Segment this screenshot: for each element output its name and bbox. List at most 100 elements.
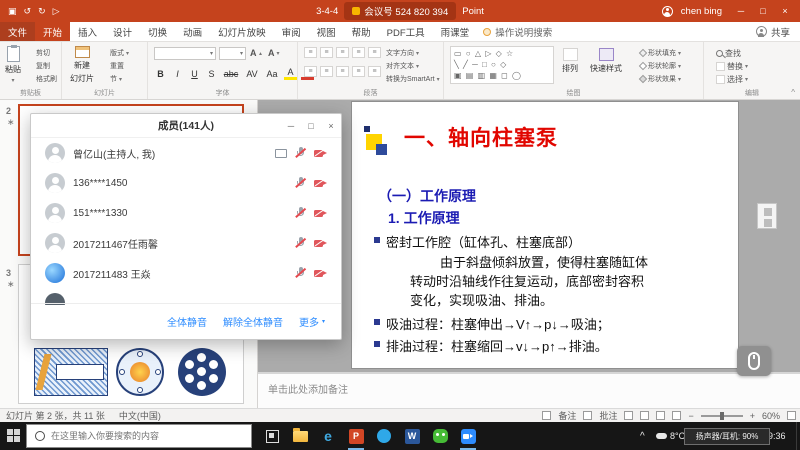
layout-button[interactable]: 版式▾ [110, 48, 129, 58]
member-row[interactable]: 151****1330 [31, 198, 341, 228]
file-explorer-button[interactable] [286, 422, 314, 450]
camera-off-icon[interactable] [314, 178, 327, 188]
member-row[interactable]: 曾亿山(主持人, 我) [31, 138, 341, 168]
shape-fill-button[interactable]: 形状填充▾ [640, 48, 681, 58]
minimize-button[interactable]: ─ [730, 0, 752, 22]
numbering-button[interactable]: ≡ [320, 47, 333, 58]
slideshow-view-button[interactable] [672, 411, 681, 420]
fit-to-window-button[interactable] [787, 411, 796, 420]
align-center-button[interactable]: ≡ [320, 66, 333, 77]
member-row[interactable]: 2017211467任雨馨 [31, 228, 341, 258]
notes-toggle[interactable]: 备注 [558, 409, 576, 422]
zoom-in-button[interactable]: + [750, 411, 755, 421]
tab-home[interactable]: 开始 [35, 22, 70, 41]
font-name-select[interactable]: ▾ [154, 47, 216, 60]
dialog-close-button[interactable]: × [321, 114, 341, 138]
camera-off-icon[interactable] [314, 208, 327, 218]
taskbar-search-box[interactable] [26, 424, 252, 448]
maximize-button[interactable]: □ [752, 0, 774, 22]
tab-help[interactable]: 帮助 [344, 22, 379, 41]
share-button[interactable]: 共享 [756, 22, 800, 41]
show-desktop-button[interactable] [796, 422, 800, 450]
start-button[interactable] [7, 429, 21, 443]
mic-muted-icon[interactable] [295, 147, 306, 159]
camera-off-icon[interactable] [314, 148, 327, 158]
tray-expand-button[interactable]: ^ [640, 431, 645, 442]
zoom-slider-knob[interactable] [720, 412, 724, 420]
camera-off-icon[interactable] [314, 238, 327, 248]
align-left-button[interactable]: ≡ [304, 66, 317, 77]
align-text-button[interactable]: 对齐文本▾ [386, 61, 419, 71]
camera-off-icon[interactable] [314, 268, 327, 278]
tab-transitions[interactable]: 切换 [140, 22, 175, 41]
paste-button[interactable]: 粘贴 ▾ [5, 46, 21, 84]
unmute-all-button[interactable]: 解除全体静音 [223, 314, 283, 329]
shrink-font-button[interactable]: A▾ [268, 48, 280, 58]
meeting-app-button[interactable] [454, 422, 482, 450]
tab-animations[interactable]: 动画 [175, 22, 210, 41]
line-spacing-button[interactable]: ≡ [368, 47, 381, 58]
member-row[interactable]: 2017211483 王焱 [31, 258, 341, 288]
account-name[interactable]: chen bing [681, 6, 722, 17]
change-case-button[interactable]: Aa [264, 69, 280, 79]
columns-button[interactable]: ≡ [368, 66, 381, 77]
task-view-button[interactable] [258, 422, 286, 450]
select-button[interactable]: 选择▾ [716, 74, 748, 85]
mute-all-button[interactable]: 全体静音 [167, 314, 207, 329]
tab-slideshow[interactable]: 幻灯片放映 [210, 22, 274, 41]
convert-smartart-button[interactable]: 转换为SmartArt▾ [386, 74, 440, 84]
word-button[interactable]: W [398, 422, 426, 450]
mic-muted-icon[interactable] [295, 177, 306, 189]
edge-button[interactable]: e [314, 422, 342, 450]
shapes-gallery[interactable]: ▭ ○ △ ▷ ◇ ☆ ╲ ╱ ─ □ ○ ◇ ▣ ▤ ▥ ▦ ◻ ◯ [450, 46, 554, 84]
section-button[interactable]: 节▾ [110, 74, 122, 84]
more-button[interactable]: 更多 ▾ [299, 314, 325, 329]
notes-pane[interactable]: 单击此处添加备注 [258, 372, 800, 408]
mic-muted-icon[interactable] [295, 237, 306, 249]
align-right-button[interactable]: ≡ [336, 66, 349, 77]
tab-review[interactable]: 审阅 [274, 22, 309, 41]
shape-effects-button[interactable]: 形状效果▾ [640, 74, 681, 84]
highlight-color-button[interactable]: A [284, 67, 297, 80]
copy-button[interactable]: 复制 [36, 61, 50, 71]
tab-pdf-tools[interactable]: PDF工具 [379, 22, 433, 41]
arrange-button[interactable]: 排列 [562, 48, 578, 74]
increase-indent-button[interactable]: ≡ [352, 47, 365, 58]
decrease-indent-button[interactable]: ≡ [336, 47, 349, 58]
slide-canvas[interactable]: 一、轴向柱塞泵 （一）工作原理 1. 工作原理 密封工作腔（缸体孔、柱塞底部） … [352, 102, 738, 368]
tab-file[interactable]: 文件 [0, 22, 35, 41]
language-indicator[interactable]: 中文(中国) [119, 409, 161, 422]
weather-widget[interactable]: 8°C [656, 431, 685, 441]
floating-panel[interactable] [757, 203, 777, 229]
justify-button[interactable]: ≡ [352, 66, 365, 77]
character-spacing-button[interactable]: AV [244, 69, 260, 79]
screen-share-icon[interactable] [275, 149, 287, 158]
search-input[interactable] [51, 431, 231, 441]
shape-outline-button[interactable]: 形状轮廓▾ [640, 61, 681, 71]
zoom-slider[interactable] [701, 415, 743, 417]
cut-button[interactable]: 剪切 [36, 48, 50, 58]
underline-button[interactable]: U [188, 69, 201, 79]
text-direction-button[interactable]: 文字方向▾ [386, 48, 419, 58]
replace-button[interactable]: 替换▾ [716, 61, 748, 72]
dialog-maximize-button[interactable]: □ [301, 114, 321, 138]
meeting-mouse-control[interactable] [737, 346, 771, 376]
mic-muted-icon[interactable] [295, 207, 306, 219]
font-size-select[interactable]: ▾ [219, 47, 246, 60]
bullets-button[interactable]: ≡ [304, 47, 317, 58]
grow-font-button[interactable]: A▾ [250, 48, 262, 58]
meeting-number-badge[interactable]: 会议号 524 820 394 [344, 2, 456, 20]
collapse-ribbon-button[interactable]: ^ [791, 88, 795, 97]
dialog-minimize-button[interactable]: ─ [281, 114, 301, 138]
normal-view-button[interactable] [624, 411, 633, 420]
reset-button[interactable]: 重置 [110, 61, 124, 71]
quick-styles-button[interactable]: 快速样式 [590, 48, 622, 74]
slide-sorter-view-button[interactable] [640, 411, 649, 420]
close-button[interactable]: × [774, 0, 796, 22]
tab-view[interactable]: 视图 [309, 22, 344, 41]
tab-rain-classroom[interactable]: 雨课堂 [433, 22, 478, 41]
wechat-button[interactable] [426, 422, 454, 450]
tab-design[interactable]: 设计 [105, 22, 140, 41]
zoom-level[interactable]: 60% [762, 411, 780, 421]
reading-view-button[interactable] [656, 411, 665, 420]
